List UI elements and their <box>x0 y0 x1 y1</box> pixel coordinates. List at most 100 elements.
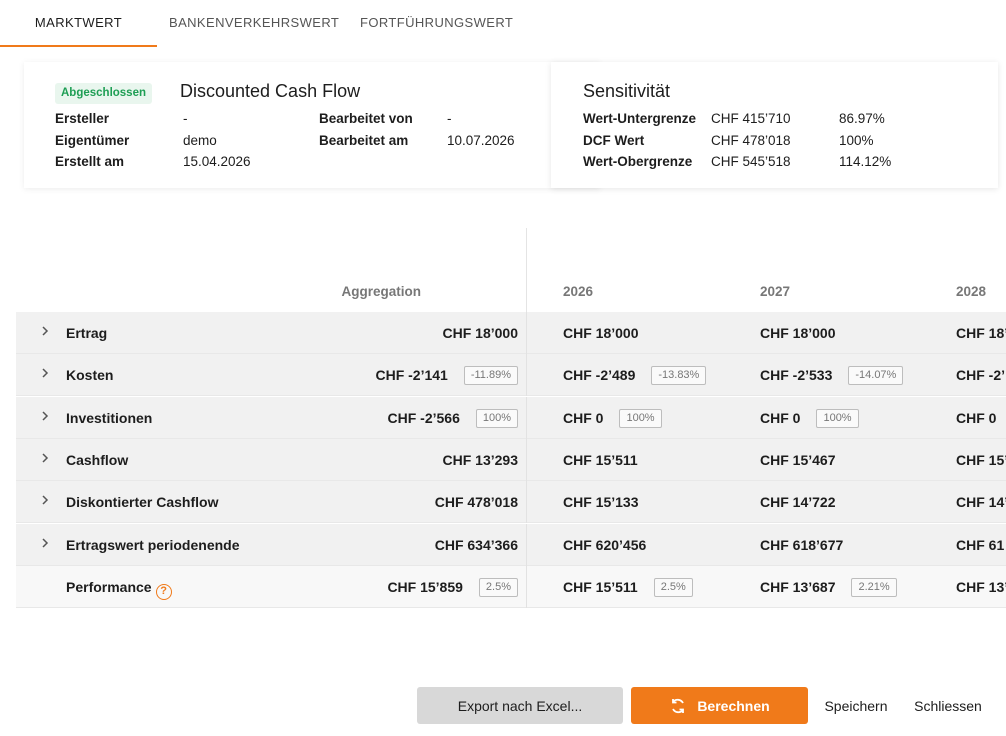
year-2026-cell: CHF 15’511 <box>563 450 638 470</box>
bearbeitet-am-value: 10.07.2026 <box>447 133 515 148</box>
aggregation-amount: CHF 18’000 <box>442 325 518 341</box>
chevron-right-icon[interactable] <box>38 451 52 465</box>
eigentuemer-value: demo <box>183 133 217 148</box>
year-2028-amount: CHF -2’ <box>956 367 1005 383</box>
year-2027-cell: CHF 618’677 <box>760 535 843 555</box>
calculate-label: Berechnen <box>697 697 770 714</box>
year-2028-cell: CHF 0 <box>956 408 996 428</box>
row-label: Kosten <box>66 367 113 383</box>
chevron-right-icon[interactable] <box>38 366 52 380</box>
chevron-right-icon[interactable] <box>38 324 52 338</box>
year-2026-cell: CHF 15’511 2.5% <box>563 577 693 597</box>
row-divider <box>526 439 527 481</box>
year-2027-amount: CHF 14’722 <box>760 494 836 510</box>
year-2026-amount: CHF 620’456 <box>563 537 647 553</box>
bearbeitet-am-label: Bearbeitet am <box>319 133 409 148</box>
sens-value: CHF 478’018 <box>711 133 791 148</box>
sens-value: CHF 415’710 <box>711 111 791 126</box>
row-label: Ertragswert periodenende <box>66 537 240 553</box>
sensitivity-title: Sensitivität <box>583 81 671 101</box>
bearbeitet-von-value: - <box>447 111 452 126</box>
save-button[interactable]: Speichern <box>816 687 896 724</box>
year-2026-amount: CHF 15’133 <box>563 494 639 510</box>
aggregation-cell: CHF 13’293 <box>443 450 518 470</box>
aggregation-amount: CHF -2’566 <box>387 410 460 426</box>
row-label-text: Investitionen <box>66 410 153 426</box>
row-label-text: Kosten <box>66 367 114 383</box>
tab-bankenverkehrswert[interactable]: BANKENVERKEHRSWERT <box>169 0 339 47</box>
close-button[interactable]: Schliessen <box>905 687 991 724</box>
year-2026-amount: CHF 0 <box>563 410 604 426</box>
row-label-text: Diskontierter Cashflow <box>66 494 219 510</box>
year-2028-cell: CHF 14’ <box>956 492 1006 512</box>
chevron-right-icon[interactable] <box>38 409 52 423</box>
year-2028-cell: CHF 18’000 <box>956 323 1006 343</box>
ersteller-label: Ersteller <box>55 111 110 126</box>
ersteller-value: - <box>183 111 188 126</box>
percent-badge: 100% <box>475 408 518 428</box>
aggregation-amount: CHF 634’366 <box>434 537 518 553</box>
row-label-text: Ertragswert periodenende <box>66 537 240 553</box>
sens-label: Wert-Untergrenze <box>583 111 697 126</box>
row-label-text: Cashflow <box>66 452 129 468</box>
row-divider <box>526 481 527 523</box>
chevron-right-icon[interactable] <box>38 493 52 507</box>
percent-badge: -11.89% <box>463 365 518 385</box>
sens-label: DCF Wert <box>583 133 645 148</box>
year-2028-amount: CHF 14’ <box>956 494 1006 510</box>
year-2028-amount: CHF 61 <box>956 537 1005 553</box>
tab-fortfuehrungswert[interactable]: FORTFÜHRUNGSWERT <box>360 0 513 47</box>
help-icon[interactable]: ? <box>155 584 172 600</box>
year-2027-cell: CHF -2’533 -14.07% <box>760 365 904 385</box>
table-row: Performance? CHF 15’859 2.5% CHF 15’511 … <box>16 566 1006 608</box>
table-row: Ertragswert periodenende CHF 634’366 CHF… <box>16 524 1006 566</box>
header-year-2028: 2028 <box>956 284 987 299</box>
year-2027-cell: CHF 0 100% <box>760 408 859 428</box>
erstellt-value: 15.04.2026 <box>183 154 251 169</box>
header-aggregation: Aggregation <box>341 284 422 299</box>
status-badge: Abgeschlossen <box>55 83 152 104</box>
year-2028-amount: CHF 0 <box>956 410 997 426</box>
year-2026-amount: CHF -2’489 <box>563 367 636 383</box>
year-2027-cell: CHF 15’467 <box>760 450 835 470</box>
aggregation-cell: CHF -2’566 100% <box>387 408 518 428</box>
year-2028-cell: CHF 15’ <box>956 450 1006 470</box>
row-label: Performance? <box>66 579 172 600</box>
year-2026-amount: CHF 18’000 <box>563 325 639 341</box>
table-row: Diskontierter Cashflow CHF 478’018 CHF 1… <box>16 481 1006 523</box>
aggregation-cell: CHF -2’141 -11.89% <box>375 365 518 385</box>
year-2028-amount: CHF 18’000 <box>956 325 1006 341</box>
row-label: Ertrag <box>66 325 107 341</box>
sens-pct: 100% <box>839 133 874 148</box>
aggregation-cell: CHF 634’366 <box>435 535 518 555</box>
year-2027-amount: CHF 618’677 <box>760 537 844 553</box>
row-divider <box>526 312 527 354</box>
method-title: Discounted Cash Flow <box>180 81 361 101</box>
row-label: Investitionen <box>66 410 152 426</box>
row-divider <box>526 524 527 566</box>
year-2028-cell: CHF 61 <box>956 535 1004 555</box>
percent-badge: 100% <box>816 408 859 428</box>
year-2028-cell: CHF -2’ <box>956 365 1005 385</box>
calculate-button[interactable]: Berechnen <box>631 687 808 724</box>
erstellt-label: Erstellt am <box>55 154 125 169</box>
row-label: Cashflow <box>66 452 128 468</box>
export-excel-button[interactable]: Export nach Excel... <box>417 687 623 724</box>
sensitivity-card: Sensitivität Wert-Untergrenze CHF 415’71… <box>551 62 998 188</box>
aggregation-cell: CHF 478’018 <box>435 492 518 512</box>
year-2027-amount: CHF 18’000 <box>760 325 836 341</box>
percent-badge: 2.21% <box>851 577 897 597</box>
tab-bar: MARKTWERT BANKENVERKEHRSWERT FORTFÜHRUNG… <box>0 0 513 47</box>
tab-marktwert[interactable]: MARKTWERT <box>0 0 157 47</box>
percent-badge: 2.5% <box>478 577 518 597</box>
chevron-right-icon[interactable] <box>38 536 52 550</box>
year-2026-cell: CHF 18’000 <box>563 323 638 343</box>
year-2027-amount: CHF 0 <box>760 410 801 426</box>
year-2026-cell: CHF 15’133 <box>563 492 638 512</box>
percent-badge: -13.83% <box>651 365 707 385</box>
year-2026-amount: CHF 15’511 <box>563 452 638 468</box>
row-label: Diskontierter Cashflow <box>66 494 218 510</box>
info-card: Abgeschlossen Discounted Cash Flow Erste… <box>24 62 600 188</box>
table-row: Investitionen CHF -2’566 100% CHF 0 100%… <box>16 397 1006 439</box>
table-row: Ertrag CHF 18’000 CHF 18’000 CHF 18’000 … <box>16 312 1006 354</box>
